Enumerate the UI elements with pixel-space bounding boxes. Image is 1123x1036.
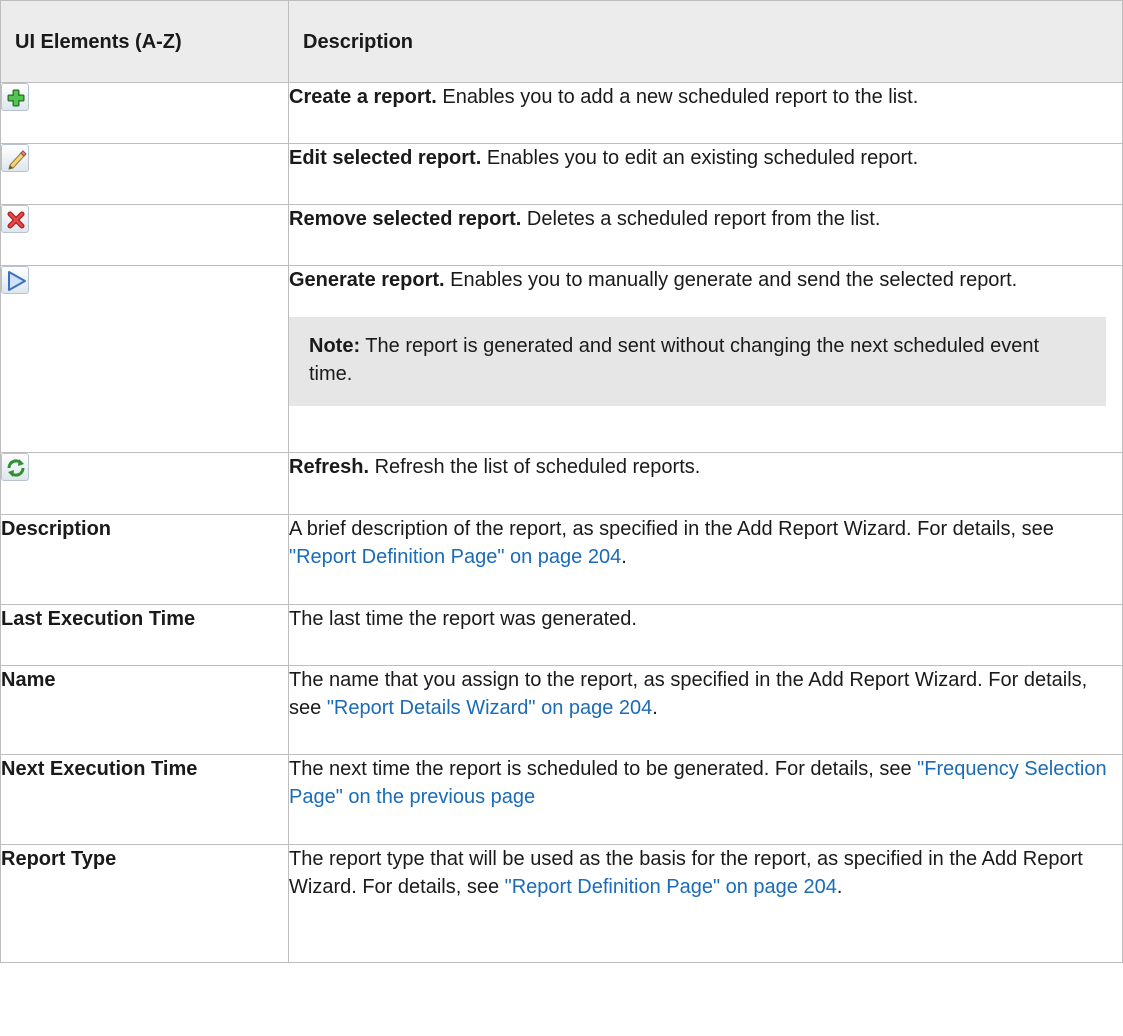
- row-title: Edit selected report.: [289, 147, 482, 169]
- row-text: Enables you to edit an existing schedule…: [481, 147, 919, 169]
- note-box: Note: The report is generated and sent w…: [289, 317, 1106, 406]
- row-title: Refresh.: [289, 456, 370, 478]
- row-title: Remove selected report.: [289, 208, 522, 230]
- cross-reference-link[interactable]: "Report Definition Page" on page 204: [289, 546, 621, 568]
- row-title: Create a report.: [289, 86, 437, 108]
- description-cell: Remove selected report. Deletes a schedu…: [288, 204, 1123, 266]
- description-cell: The next time the report is scheduled to…: [288, 754, 1123, 845]
- row-text: Enables you to manually generate and sen…: [444, 269, 1018, 291]
- row-text-end: .: [652, 697, 658, 719]
- element-name: Name: [0, 665, 289, 755]
- add-icon[interactable]: [1, 83, 29, 111]
- description-cell: A brief description of the report, as sp…: [288, 514, 1123, 605]
- element-name: Last Execution Time: [0, 604, 289, 666]
- element-cell: [0, 265, 289, 453]
- note-text: The report is generated and sent without…: [309, 335, 1040, 385]
- description-cell: Generate report. Enables you to manually…: [288, 265, 1123, 453]
- element-name: Description: [0, 514, 289, 605]
- pencil-icon[interactable]: [1, 144, 29, 172]
- table-row: Description A brief description of the r…: [0, 514, 1123, 605]
- delete-icon[interactable]: [1, 205, 29, 233]
- description-cell: The report type that will be used as the…: [288, 844, 1123, 963]
- row-text: Deletes a scheduled report from the list…: [521, 208, 881, 230]
- table-row: Edit selected report. Enables you to edi…: [0, 143, 1123, 205]
- element-cell: [0, 452, 289, 515]
- header-description: Description: [288, 0, 1123, 83]
- description-cell: The last time the report was generated.: [288, 604, 1123, 666]
- description-cell: Edit selected report. Enables you to edi…: [288, 143, 1123, 205]
- element-cell: [0, 82, 289, 144]
- element-cell: [0, 143, 289, 205]
- table-row: Create a report. Enables you to add a ne…: [0, 82, 1123, 144]
- row-text: A brief description of the report, as sp…: [289, 518, 1054, 540]
- row-title: Generate report.: [289, 269, 445, 291]
- row-text: The last time the report was generated.: [289, 608, 637, 630]
- note-label: Note:: [309, 335, 361, 357]
- table-row: Generate report. Enables you to manually…: [0, 265, 1123, 453]
- ui-elements-table: UI Elements (A-Z) Description Create a r…: [0, 0, 1123, 963]
- element-name: Next Execution Time: [0, 754, 289, 845]
- element-name: Report Type: [0, 844, 289, 963]
- play-icon[interactable]: [1, 266, 29, 294]
- table-row: Name The name that you assign to the rep…: [0, 665, 1123, 755]
- table-row: Last Execution Time The last time the re…: [0, 604, 1123, 666]
- table-row: Next Execution Time The next time the re…: [0, 754, 1123, 845]
- table-row: Remove selected report. Deletes a schedu…: [0, 204, 1123, 266]
- row-text-end: .: [621, 546, 627, 568]
- header-ui-elements: UI Elements (A-Z): [0, 0, 289, 83]
- row-text: Refresh the list of scheduled reports.: [369, 456, 701, 478]
- description-cell: The name that you assign to the report, …: [288, 665, 1123, 755]
- table-header-row: UI Elements (A-Z) Description: [0, 0, 1123, 83]
- element-cell: [0, 204, 289, 266]
- table-row: Refresh. Refresh the list of scheduled r…: [0, 452, 1123, 515]
- description-cell: Create a report. Enables you to add a ne…: [288, 82, 1123, 144]
- description-cell: Refresh. Refresh the list of scheduled r…: [288, 452, 1123, 515]
- row-text-end: .: [836, 876, 843, 898]
- cross-reference-link[interactable]: "Report Details Wizard" on page 204: [327, 697, 652, 719]
- row-text: The next time the report is scheduled to…: [289, 758, 918, 780]
- row-text: Enables you to add a new scheduled repor…: [436, 86, 919, 108]
- cross-reference-link[interactable]: "Report Definition Page" on page 204: [505, 876, 837, 898]
- table-row: Report Type The report type that will be…: [0, 844, 1123, 963]
- refresh-icon[interactable]: [1, 453, 29, 481]
